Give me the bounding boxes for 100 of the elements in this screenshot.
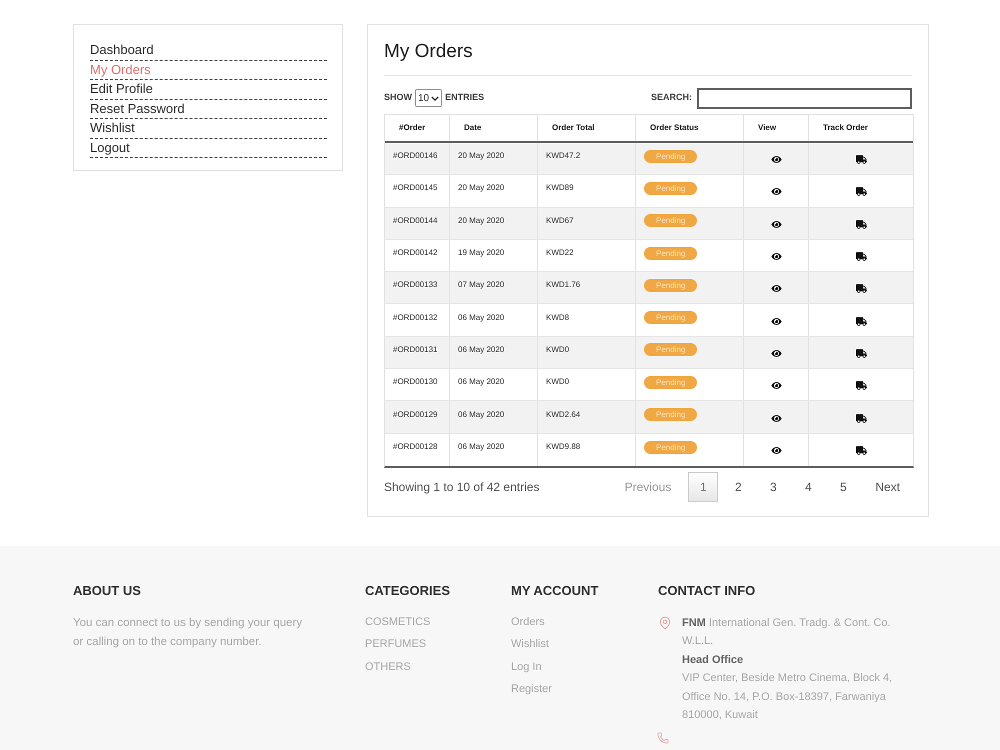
order-number: #ORD00145: [393, 182, 438, 194]
view-link[interactable]: [770, 284, 782, 294]
status-badge: Pending: [644, 150, 698, 163]
view-link[interactable]: [770, 220, 782, 229]
order-total: KWD89: [546, 182, 574, 194]
account-menu-link[interactable]: Logout: [90, 138, 327, 158]
track-order-link[interactable]: [856, 348, 866, 358]
search-field[interactable]: [697, 88, 912, 108]
eye-icon: [770, 252, 782, 262]
view-link[interactable]: [770, 316, 782, 326]
order-number: #ORD00129: [393, 408, 438, 421]
order-number: #ORD00128: [393, 441, 438, 454]
order-number: #ORD00133: [393, 279, 438, 292]
status-badge: Pending: [644, 214, 698, 228]
account-menu-link[interactable]: Edit Profile: [90, 80, 327, 100]
office-heading: Head Office: [682, 652, 744, 668]
eye-icon: [770, 414, 782, 423]
truck-icon: [856, 220, 866, 229]
order-number: #ORD00144: [393, 214, 438, 227]
page-number-link[interactable]: 2: [723, 472, 754, 502]
eye-icon: [770, 155, 782, 164]
status-badge: Pending: [644, 182, 698, 195]
track-order-link[interactable]: [856, 155, 866, 164]
account-menu-link[interactable]: Dashboard: [90, 41, 327, 60]
company-name: FNM International Gen. Tradg. & Cont. Co. W.L.L.: [682, 616, 892, 650]
view-link[interactable]: [770, 187, 782, 196]
footer-heading: ABOUT US: [73, 582, 142, 600]
order-date: 20 May 2020: [458, 182, 504, 194]
order-total: KWD8: [546, 312, 570, 324]
track-order-link[interactable]: [856, 284, 866, 294]
column-header: #Order: [398, 122, 426, 134]
order-total: KWD0: [546, 344, 570, 356]
track-order-link[interactable]: [856, 381, 866, 390]
order-date: 19 May 2020: [458, 247, 504, 260]
office-address: VIP Center, Beside Metro Cinema, Block 4, Office No. 14, P.O. Box-18397, Farwaniya 810000, Kuwait: [682, 671, 894, 724]
footer-heading: CATEGORIES: [365, 582, 451, 600]
eye-icon: [770, 220, 782, 229]
track-order-link[interactable]: [856, 414, 866, 423]
order-total: KWD2.64: [546, 408, 580, 421]
eye-icon: [770, 316, 782, 326]
entries-label: ENTRIES: [445, 91, 484, 104]
column-header: View: [757, 122, 776, 134]
track-order-link[interactable]: [856, 220, 866, 229]
page-number-link[interactable]: 1: [688, 472, 718, 502]
eye-icon: [770, 348, 782, 358]
show-label: SHOW: [384, 91, 412, 104]
order-date: 06 May 2020: [458, 312, 504, 324]
entries-info: Showing 1 to 10 of 42 entries: [384, 478, 540, 496]
column-header: Order Total: [551, 122, 595, 134]
view-link[interactable]: [770, 414, 782, 423]
entries-select[interactable]: 10: [415, 89, 442, 107]
order-total: KWD22: [546, 247, 574, 260]
account-menu-link[interactable]: Reset Password: [90, 100, 327, 119]
truck-icon: [856, 381, 866, 390]
order-date: 06 May 2020: [458, 344, 504, 356]
truck-icon: [856, 155, 866, 164]
truck-icon: [856, 316, 866, 326]
view-link[interactable]: [770, 381, 782, 390]
truck-icon: [856, 284, 866, 294]
view-link[interactable]: [770, 155, 782, 164]
status-badge: Pending: [644, 246, 698, 260]
truck-icon: [856, 187, 866, 196]
search-label: SEARCH:: [650, 91, 692, 104]
truck-icon: [856, 414, 866, 423]
view-link[interactable]: [770, 446, 782, 456]
order-number: #ORD00131: [393, 344, 438, 356]
page-number-link[interactable]: 4: [793, 472, 824, 502]
page-title: My Orders: [384, 40, 474, 64]
phone-icon: [656, 732, 670, 744]
status-badge: Pending: [644, 278, 698, 292]
order-number: #ORD00130: [393, 376, 438, 388]
order-number: #ORD00132: [393, 312, 438, 324]
footer-heading: CONTACT INFO: [658, 582, 756, 600]
order-date: 06 May 2020: [458, 441, 504, 454]
caret-icon: [431, 96, 440, 100]
order-date: 07 May 2020: [458, 279, 504, 292]
status-badge: Pending: [644, 440, 698, 454]
view-link[interactable]: [770, 348, 782, 358]
account-menu-link[interactable]: Wishlist: [90, 119, 327, 138]
status-badge: Pending: [644, 343, 698, 356]
view-link[interactable]: [770, 252, 782, 262]
next-page-link[interactable]: Next: [863, 472, 912, 502]
order-number: #ORD00146: [393, 150, 438, 162]
footer-heading: MY ACCOUNT: [511, 582, 600, 600]
track-order-link[interactable]: [856, 252, 866, 262]
page-number-link[interactable]: 5: [828, 472, 858, 502]
order-date: 06 May 2020: [458, 408, 504, 421]
track-order-link[interactable]: [856, 446, 866, 456]
order-total: KWD67: [546, 214, 574, 227]
track-order-link[interactable]: [856, 316, 866, 326]
eye-icon: [770, 381, 782, 390]
about-text: You can connect to us by sending your query or calling on to the company number.: [73, 616, 304, 650]
page-number-link[interactable]: 3: [758, 472, 788, 502]
eye-icon: [770, 446, 782, 456]
order-date: 20 May 2020: [458, 214, 504, 227]
status-badge: Pending: [644, 311, 698, 324]
order-total: KWD0: [546, 376, 570, 388]
track-order-link[interactable]: [856, 187, 866, 196]
truck-icon: [856, 252, 866, 262]
location-pin-icon: [658, 614, 672, 631]
